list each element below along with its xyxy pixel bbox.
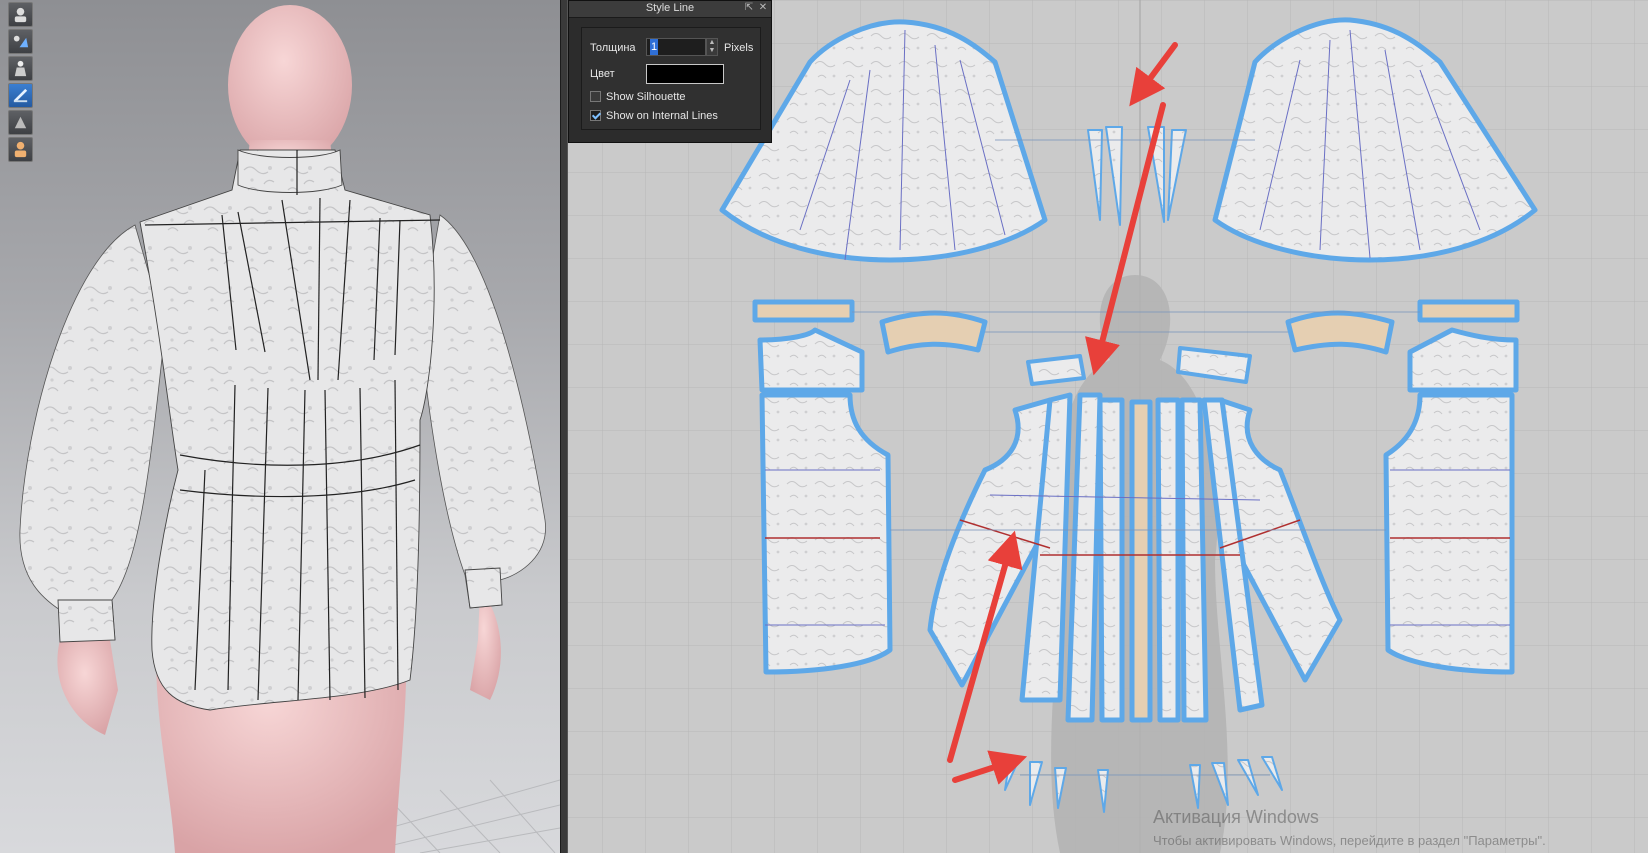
thickness-label: Толщина (590, 42, 636, 54)
garment-display-icon[interactable] (8, 83, 33, 108)
show-internal-lines-checkbox[interactable] (590, 110, 601, 121)
close-icon[interactable]: ✕ (757, 1, 769, 15)
3d-scene (19, 5, 560, 853)
pattern-front-right[interactable] (1383, 392, 1515, 675)
pattern-collar-left[interactable] (879, 310, 988, 355)
skin-avatar-icon[interactable] (8, 137, 33, 162)
color-label: Цвет (590, 68, 615, 80)
avatar-display-icon[interactable] (8, 2, 33, 27)
show-silhouette-checkbox[interactable] (590, 91, 601, 102)
style-line-body: Толщина 1 ▲ ▼ Pixels Цвет Show Silhouette… (581, 27, 761, 130)
color-swatch[interactable] (646, 64, 724, 84)
windows-activation-title: Активация Windows (1153, 807, 1319, 827)
pattern-cuff-left[interactable] (752, 299, 855, 323)
surface-display-icon[interactable] (8, 110, 33, 135)
thickness-value: 1 (650, 39, 659, 55)
show-silhouette-row[interactable]: Show Silhouette (590, 91, 686, 103)
thickness-input[interactable]: 1 (646, 38, 706, 56)
pattern-placket[interactable] (1129, 399, 1153, 723)
windows-activation-text: Чтобы активировать Windows, перейдите в … (1153, 833, 1546, 848)
show-internal-lines-label: Show on Internal Lines (606, 110, 718, 122)
color-row: Цвет (590, 64, 724, 84)
thickness-row: Толщина 1 ▲ ▼ Pixels (590, 38, 753, 56)
thickness-spinner[interactable]: ▲ ▼ (706, 38, 718, 56)
show-internal-lines-row[interactable]: Show on Internal Lines (590, 110, 718, 122)
3d-garment (19, 149, 546, 711)
style-line-titlebar[interactable]: Style Line ⇱ ✕ (569, 1, 771, 18)
avatar-body-icon[interactable] (8, 56, 33, 81)
style-line-panel[interactable]: Style Line ⇱ ✕ Толщина 1 ▲ ▼ Pixels Цвет … (568, 0, 772, 143)
pattern-cuff-right[interactable] (1417, 299, 1520, 323)
pattern-collar-right[interactable] (1285, 310, 1395, 355)
avatar-texture-icon[interactable] (8, 29, 33, 54)
viewport-splitter[interactable] (560, 0, 568, 853)
style-line-title: Style Line (645, 2, 695, 14)
pin-icon[interactable]: ⇱ (743, 1, 755, 15)
3d-viewport[interactable] (0, 0, 560, 853)
thickness-unit: Pixels (724, 42, 754, 54)
avatar-left-hand (57, 640, 118, 735)
show-silhouette-label: Show Silhouette (606, 91, 686, 103)
